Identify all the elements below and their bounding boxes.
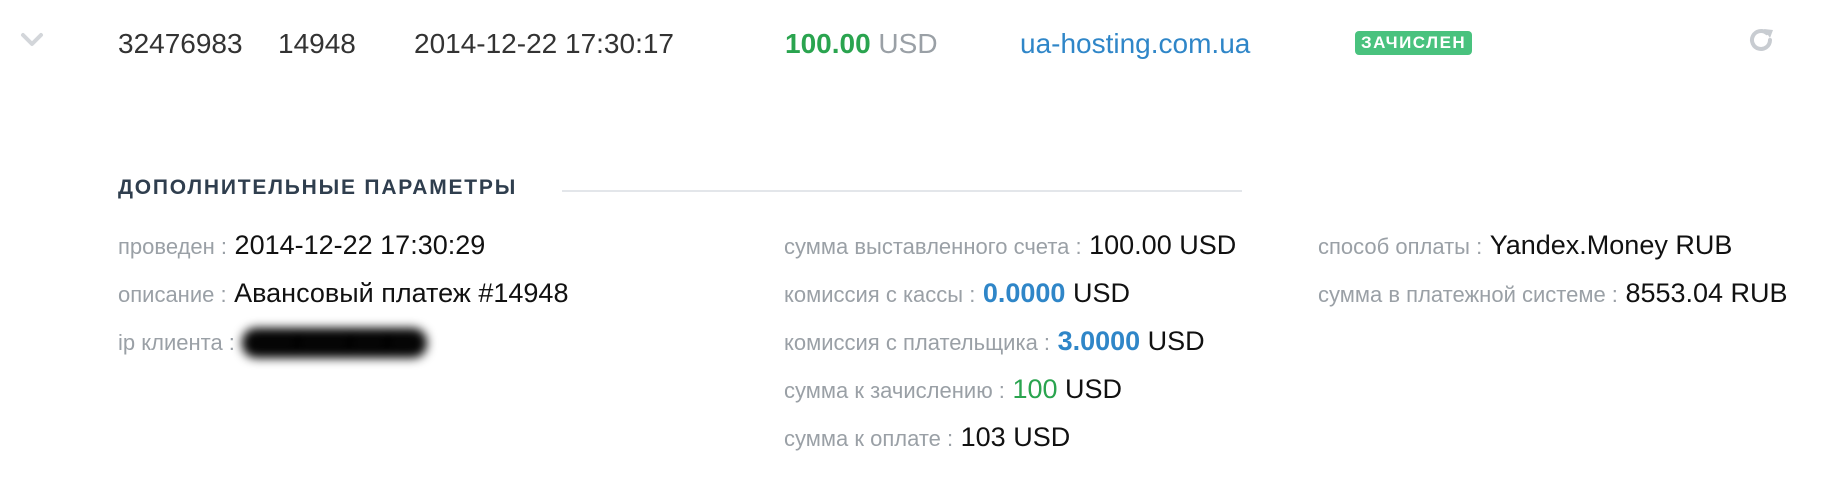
site-link[interactable]: ua-hosting.com.ua [1020,26,1250,62]
amount: 100.00 USD [785,26,938,62]
transaction-id: 32476983 [118,28,243,59]
amount-currency: USD [878,28,938,59]
param-system-sum: сумма в платежной системе : 8553.04 RUB [1318,270,1848,318]
param-value: 103 USD [960,422,1071,452]
param-value: 3.0000 [1057,326,1141,356]
param-payer-fee: комиссия с плательщика : 3.0000 USD [784,318,1254,366]
param-cashbox-fee: комиссия с кассы : 0.0000 USD [784,270,1254,318]
param-value: 0.0000 [982,278,1066,308]
transaction-row[interactable]: 32476983 14948 2014-12-22 17:30:17 100.0… [0,0,1848,84]
status-badge: ЗАЧИСЛЕН [1355,31,1473,55]
param-label: сумма к зачислению : [784,378,1005,403]
param-currency: USD [1065,374,1123,404]
details-column-3: способ оплаты : Yandex.Money RUB сумма в… [1318,222,1848,318]
param-label: описание : [118,282,227,307]
details-column-1: проведен : 2014-12-22 17:30:29 описание … [118,222,758,366]
section-title: ДОПОЛНИТЕЛЬНЫЕ ПАРАМЕТРЫ [118,176,518,199]
param-value: Yandex.Money RUB [1489,230,1733,260]
param-label: комиссия с плательщика : [784,330,1051,355]
param-label: сумма выставленного счета : [784,234,1082,259]
param-payment-method: способ оплаты : Yandex.Money RUB [1318,222,1848,270]
chevron-down-icon[interactable] [20,30,44,50]
param-client-ip: ip клиента : ###.###.##.## [118,318,758,366]
param-to-credit: сумма к зачислению : 100 USD [784,366,1254,414]
param-label: сумма в платежной системе : [1318,282,1618,307]
param-processed: проведен : 2014-12-22 17:30:29 [118,222,758,270]
param-description: описание : Авансовый платеж #14948 [118,270,758,318]
param-currency: USD [1072,278,1130,308]
param-currency: USD [1147,326,1205,356]
param-to-pay: сумма к оплате : 103 USD [784,414,1254,462]
param-currency: USD [1179,230,1237,260]
param-value: Авансовый платеж #14948 [234,278,569,308]
details-column-2: сумма выставленного счета : 100.00 USD к… [784,222,1254,462]
section-divider [562,190,1242,192]
param-value: 100 [1012,374,1058,404]
param-value: 2014-12-22 17:30:29 [234,230,486,260]
redacted-ip: ###.###.##.## [242,327,428,358]
param-label: комиссия с кассы : [784,282,976,307]
param-label: проведен : [118,234,228,259]
param-label: способ оплаты : [1318,234,1483,259]
refresh-icon[interactable] [1745,24,1777,56]
param-value: 100.00 [1089,230,1172,260]
invoice-id: 14948 [278,28,356,59]
transaction-datetime: 2014-12-22 17:30:17 [414,28,674,59]
param-label: ip клиента : [118,330,235,355]
param-value: 8553.04 RUB [1625,278,1788,308]
param-invoice-sum: сумма выставленного счета : 100.00 USD [784,222,1254,270]
amount-value: 100.00 [785,28,871,59]
param-label: сумма к оплате : [784,426,954,451]
